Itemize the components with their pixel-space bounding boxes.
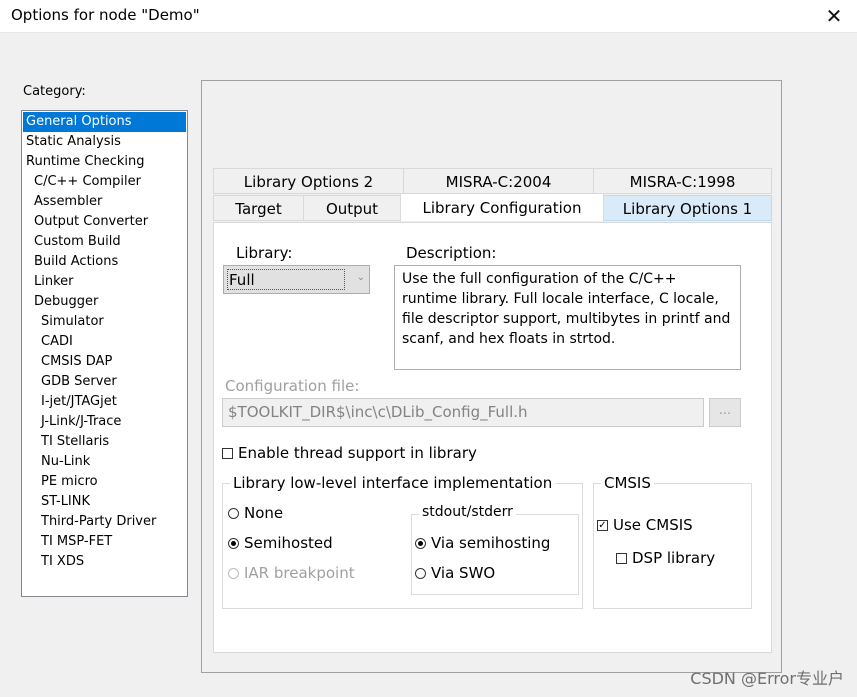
radio-disabled-icon	[228, 567, 239, 579]
category-item-cmsis-dap[interactable]: CMSIS DAP	[38, 352, 112, 372]
category-item-build-actions[interactable]: Build Actions	[31, 252, 118, 272]
category-item-output-converter[interactable]: Output Converter	[31, 212, 148, 232]
category-item-debugger[interactable]: Debugger	[31, 292, 98, 312]
checkbox-checked-icon: ✓	[597, 519, 608, 531]
description-text: Use the full configuration of the C/C++ …	[394, 265, 741, 370]
category-item-simulator[interactable]: Simulator	[38, 312, 104, 332]
radio-via-swo[interactable]: Via SWO	[415, 564, 495, 582]
browse-button: ...	[709, 398, 741, 427]
chevron-down-icon: ⌄	[356, 272, 365, 283]
library-select[interactable]: Full ⌄	[223, 265, 370, 294]
category-item-ti-msp-fet[interactable]: TI MSP-FET	[38, 532, 112, 552]
use-cmsis-label: Use CMSIS	[613, 516, 693, 534]
category-label: Category:	[23, 84, 86, 99]
stdout-stderr-group	[411, 514, 579, 595]
library-select-value: Full	[227, 269, 345, 290]
tab-target[interactable]: Target	[213, 195, 304, 221]
tab-library-options-2[interactable]: Library Options 2	[213, 168, 404, 194]
radio-via-semihosting-label: Via semihosting	[431, 534, 551, 552]
checkbox-unchecked-icon	[616, 552, 627, 564]
config-file-label: Configuration file:	[225, 377, 360, 395]
radio-via-semihosting[interactable]: Via semihosting	[415, 534, 550, 552]
category-item-third-party-driver[interactable]: Third-Party Driver	[38, 512, 156, 532]
stdout-stderr-title: stdout/stderr	[419, 504, 516, 520]
category-item-linker[interactable]: Linker	[31, 272, 74, 292]
thread-support-label: Enable thread support in library	[238, 444, 477, 462]
category-item-ti-xds[interactable]: TI XDS	[38, 552, 84, 572]
category-item-j-link[interactable]: J-Link/J-Trace	[38, 412, 121, 432]
thread-support-checkbox[interactable]: Enable thread support in library	[222, 444, 477, 462]
radio-semihosted[interactable]: Semihosted	[228, 534, 333, 552]
tab-library-configuration[interactable]: Library Configuration	[400, 193, 604, 221]
radio-on-icon	[415, 537, 426, 549]
tab-misra-c-1998[interactable]: MISRA-C:1998	[593, 168, 772, 194]
title-bar: Options for node "Demo" ✕	[0, 0, 857, 33]
cmsis-group	[593, 483, 752, 609]
close-icon[interactable]: ✕	[811, 0, 857, 31]
category-item-static-analysis[interactable]: Static Analysis	[23, 132, 121, 152]
radio-off-icon	[228, 507, 239, 519]
low-level-interface-title: Library low-level interface implementati…	[230, 474, 556, 492]
dsp-library-checkbox[interactable]: DSP library	[616, 549, 715, 567]
category-item-nu-link[interactable]: Nu-Link	[38, 452, 90, 472]
category-item-gdb-server[interactable]: GDB Server	[38, 372, 117, 392]
radio-none[interactable]: None	[228, 504, 283, 522]
category-item-compiler[interactable]: C/C++ Compiler	[31, 172, 141, 192]
category-item-general-options[interactable]: General Options	[23, 112, 186, 132]
radio-on-icon	[228, 537, 239, 549]
category-list[interactable]: General Options Static Analysis Runtime …	[21, 110, 188, 597]
category-item-i-jet[interactable]: I-jet/JTAGjet	[38, 392, 117, 412]
category-item-st-link[interactable]: ST-LINK	[38, 492, 90, 512]
cmsis-title: CMSIS	[601, 474, 654, 492]
category-item-ti-stellaris[interactable]: TI Stellaris	[38, 432, 109, 452]
checkbox-unchecked-icon	[222, 447, 233, 459]
tab-misra-c-2004[interactable]: MISRA-C:2004	[403, 168, 594, 194]
radio-via-swo-label: Via SWO	[431, 564, 496, 582]
tab-output[interactable]: Output	[303, 195, 401, 221]
radio-none-label: None	[244, 504, 284, 522]
radio-iar-breakpoint: IAR breakpoint	[228, 564, 355, 582]
description-label: Description:	[406, 244, 497, 262]
radio-semihosted-label: Semihosted	[244, 534, 333, 552]
radio-iar-breakpoint-label: IAR breakpoint	[244, 564, 355, 582]
category-item-assembler[interactable]: Assembler	[31, 192, 102, 212]
radio-off-icon	[415, 567, 426, 579]
library-label: Library:	[236, 244, 293, 262]
config-file-field: $TOOLKIT_DIR$\inc\c\DLib_Config_Full.h	[222, 398, 704, 427]
use-cmsis-checkbox[interactable]: ✓ Use CMSIS	[597, 516, 693, 534]
category-item-pe-micro[interactable]: PE micro	[38, 472, 98, 492]
category-item-custom-build[interactable]: Custom Build	[31, 232, 121, 252]
category-item-cadi[interactable]: CADI	[38, 332, 73, 352]
window-title: Options for node "Demo"	[11, 6, 200, 24]
watermark: CSDN @Error专业户	[690, 669, 844, 688]
category-item-runtime-checking[interactable]: Runtime Checking	[23, 152, 145, 172]
dsp-library-label: DSP library	[632, 549, 716, 567]
tab-library-options-1[interactable]: Library Options 1	[603, 195, 772, 221]
